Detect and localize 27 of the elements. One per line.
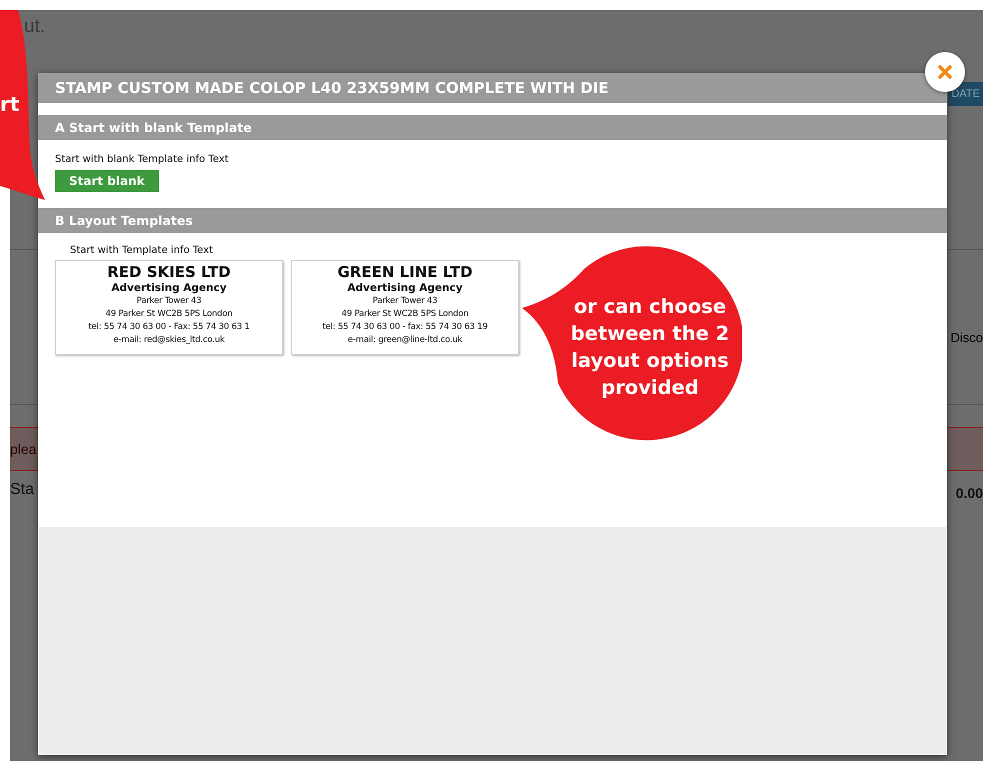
callout-text: or can choose between the 2 layout options provided	[570, 294, 730, 401]
row-value: 0.00	[956, 485, 983, 501]
company-name: RED SKIES LTD	[106, 263, 232, 281]
column-header: Disco	[950, 330, 983, 344]
section-heading: B Layout Templates	[38, 208, 947, 233]
stamp-line: Parker Tower 43	[372, 295, 438, 308]
callout-text: rt	[0, 92, 20, 116]
stamp-line: Advertising Agency	[110, 281, 228, 295]
modal-title: STAMP CUSTOM MADE COLOP L40 23X59MM COMPLETE WITH DIE	[38, 73, 947, 105]
stamp-line: e-mail: red@skies_ltd.co.uk	[112, 334, 226, 347]
template-card[interactable]: GREEN LINE LTD Advertising Agency Parker Tower 43 49 Parker St WC2B 5PS London tel: 55 74 30 63 00 - fax: 55 74 30 63 19 e-mail: green@line-ltd.co.uk	[291, 260, 519, 355]
close-icon	[937, 64, 953, 80]
row-label: Sta	[10, 481, 34, 500]
info-text: Start with Template info Text	[69, 245, 214, 256]
stamp-line: tel: 55 74 30 63 00 - Fax: 55 74 30 63 1	[87, 321, 251, 334]
stamp-line: 49 Parker St WC2B 5PS London	[104, 308, 234, 321]
template-card[interactable]: RED SKIES LTD Advertising Agency Parker Tower 43 49 Parker St WC2B 5PS London tel: 55 74 30 63 00 - Fax: 55 74 30 63 1 e-mail: red@skies_ltd.co.uk	[55, 260, 283, 355]
start-blank-button[interactable]: Start blank	[55, 170, 159, 192]
stamp-line: Advertising Agency	[346, 281, 464, 295]
stamp-line: 49 Parker St WC2B 5PS London	[340, 308, 470, 321]
notice-text: plea	[10, 441, 36, 457]
stamp-line: Parker Tower 43	[136, 295, 202, 308]
stamp-line: e-mail: green@line-ltd.co.uk	[346, 334, 464, 347]
company-name: GREEN LINE LTD	[336, 263, 474, 281]
stamp-line: tel: 55 74 30 63 00 - fax: 55 74 30 63 19	[321, 321, 489, 334]
info-text: Start with blank Template info Text	[55, 154, 230, 165]
section-heading: A Start with blank Template	[38, 115, 947, 140]
